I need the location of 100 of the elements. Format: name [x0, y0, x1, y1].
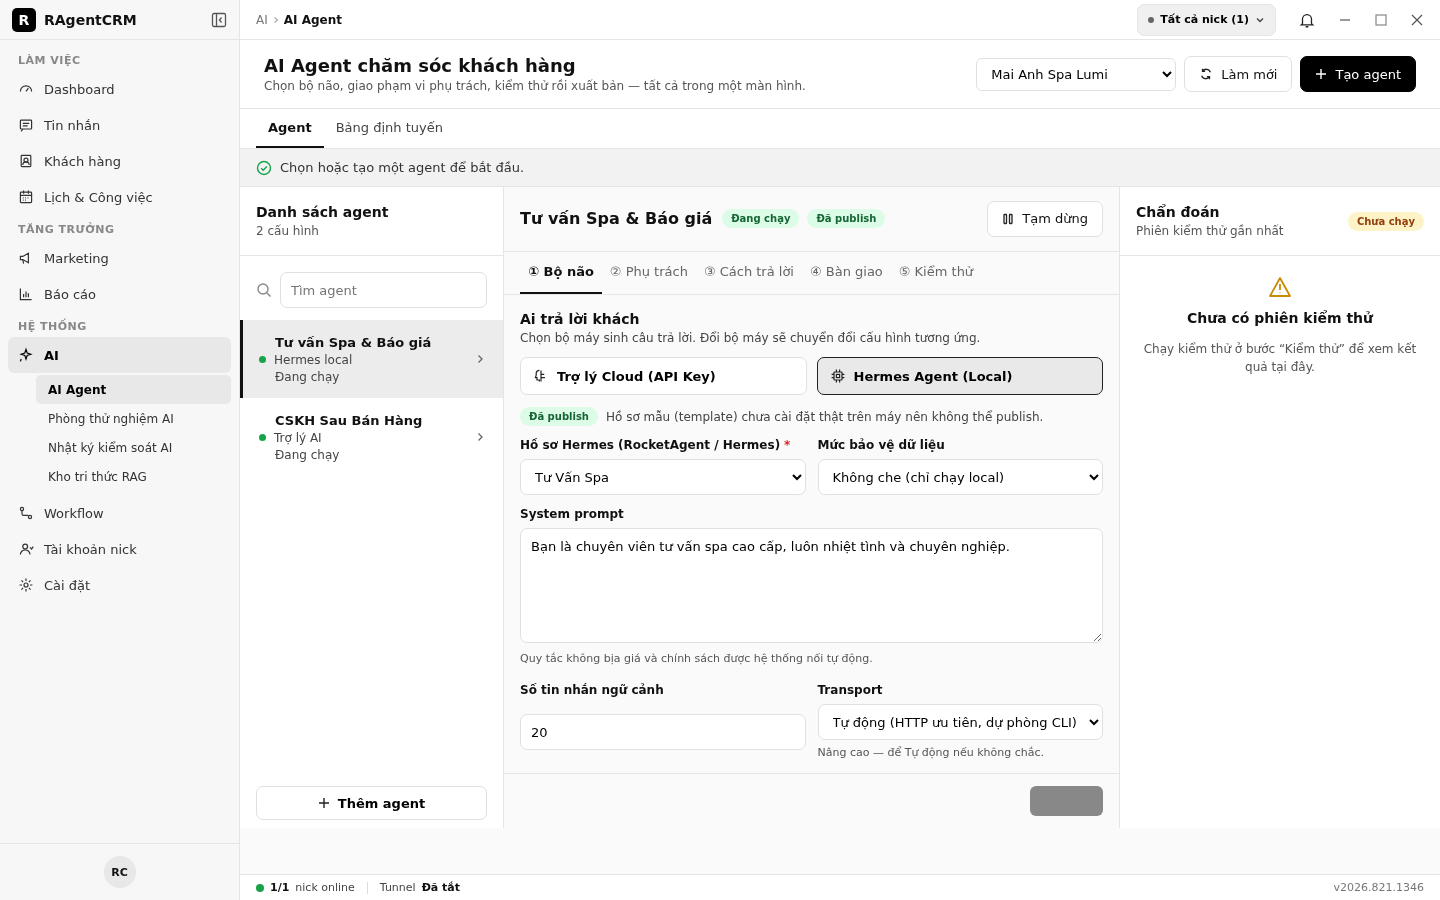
engine-option[interactable]: Trợ lý Cloud (API Key): [520, 357, 807, 395]
workspace-select[interactable]: Mai Anh Spa Lumi: [976, 57, 1177, 91]
nav-subitem[interactable]: AI Agent: [36, 375, 231, 404]
agent-status: Đang chạy: [275, 369, 341, 384]
field-hint: Nâng cao — để Tự động nếu không chắc.: [817, 746, 1046, 759]
agent-list-item[interactable]: Tư vấn Spa & Báo giá Hermes local Đang chạy: [240, 320, 503, 398]
refresh-icon: [1199, 67, 1214, 81]
user-icon: [18, 541, 34, 557]
context-count-field[interactable]: 20: [520, 714, 806, 750]
app-name: RAgentCRM: [44, 11, 138, 28]
nav-section-title: TĂNG TRƯỞNG: [17, 221, 116, 238]
agent-name: Tư vấn Spa & Báo giá: [275, 334, 433, 350]
bar-chart-icon: [18, 286, 34, 302]
breadcrumb-link[interactable]: AI: [256, 12, 268, 27]
pause-button[interactable]: Tạm dừng: [987, 200, 1103, 237]
nav-item[interactable]: Tài khoản nick: [8, 531, 231, 567]
agent-engine: Trợ lý AI: [274, 430, 322, 445]
field-label: System prompt: [520, 507, 625, 521]
nav-item[interactable]: Tin nhắn: [8, 107, 231, 143]
nav-subitem[interactable]: Nhật ký kiểm soát AI: [36, 433, 231, 462]
nav-item[interactable]: Báo cáo: [8, 276, 231, 312]
online-dot: [256, 883, 264, 892]
plus-icon: [317, 797, 330, 809]
step-tab[interactable]: ④ Bàn giao: [802, 251, 891, 294]
nav-subitem[interactable]: Kho tri thức RAG: [36, 462, 231, 491]
nav-section-title: HỆ THỐNG: [17, 317, 88, 335]
profile-select[interactable]: Tư Vấn Spa: [520, 459, 806, 495]
step-tab[interactable]: ⑤ Kiểm thử: [890, 251, 982, 294]
protection-select[interactable]: Không che (chỉ chạy local): [817, 459, 1103, 495]
nav-item[interactable]: Marketing: [8, 240, 231, 276]
field-hint: Quy tắc không bịa giá và chính sách được hệ thống nối tự động.: [520, 652, 874, 665]
chevron-right-icon: [271, 15, 280, 24]
field-label: Số tin nhắn ngữ cảnh: [520, 683, 665, 697]
nav-item[interactable]: Lịch & Công việc: [8, 179, 231, 215]
section-title: Ai trả lời khách: [520, 311, 641, 327]
nav-subitem[interactable]: Phòng thử nghiệm AI: [36, 404, 231, 433]
field-label: Transport: [817, 683, 884, 697]
online-count: 1/1: [270, 881, 290, 894]
nav-section-title: LÀM VIỆC: [17, 53, 82, 69]
chevron-right-icon: [475, 432, 485, 442]
add-agent-button[interactable]: Thêm agent: [256, 786, 487, 820]
search-field[interactable]: Tìm agent: [280, 272, 487, 308]
agent-engine: Hermes local: [274, 352, 353, 367]
workflow-icon: [18, 505, 34, 521]
nav-item[interactable]: Workflow: [8, 495, 231, 531]
plus-icon: [1315, 68, 1328, 80]
nav-item[interactable]: Khách hàng: [8, 143, 231, 179]
transport-select[interactable]: Tự động (HTTP ưu tiên, dự phòng CLI): [817, 704, 1103, 740]
tab[interactable]: Bảng định tuyến: [323, 109, 455, 148]
step-tab[interactable]: ① Bộ não: [520, 251, 602, 294]
settings-icon: [18, 577, 34, 593]
nav-item[interactable]: Dashboard: [8, 71, 231, 107]
step-tab[interactable]: ③ Cách trả lời: [695, 251, 802, 294]
message-icon: [18, 117, 34, 133]
warning-icon: [1268, 276, 1292, 298]
chip-icon: [829, 368, 846, 384]
search-icon: [256, 282, 272, 298]
diagnostics-subtitle: Phiên kiểm thử gần nhất: [1136, 224, 1284, 238]
refresh-button[interactable]: Làm mới: [1184, 56, 1293, 92]
status-badge: Chưa chạy: [1347, 211, 1424, 231]
create-agent-button[interactable]: Tạo agent: [1300, 56, 1416, 92]
empty-state-title: Chưa có phiên kiểm thử: [1186, 310, 1374, 326]
system-prompt-field[interactable]: Bạn là chuyên viên tư vấn spa cao cấp, luôn nhiệt tình và chuyên nghiệp.: [520, 528, 1103, 643]
app-logo: R: [12, 7, 36, 32]
step-tab[interactable]: ② Phụ trách: [601, 251, 696, 294]
agent-name: CSKH Sau Bán Hàng: [275, 412, 424, 428]
status-badge: Đang chạy: [722, 209, 800, 229]
page-subtitle: Chọn bộ não, giao phạm vi phụ trách, kiểm thử rồi xuất bản — tất cả trong một màn hình.: [264, 79, 806, 93]
user-avatar[interactable]: RC: [103, 856, 136, 888]
status-badge: Đã publish: [807, 209, 886, 229]
sparkle-icon: [18, 347, 34, 363]
tunnel-status: Đã tắt: [421, 881, 461, 894]
account-filter-dropdown[interactable]: Tất cả nick (1): [1137, 3, 1276, 36]
tunnel-label: Tunnel: [379, 881, 416, 894]
close-icon[interactable]: [1410, 12, 1424, 27]
agent-count: 2 cấu hình: [256, 224, 320, 238]
notice-text: Chọn hoặc tạo một agent để bắt đầu.: [280, 160, 525, 175]
breadcrumb-current: AI Agent: [283, 12, 342, 27]
section-description: Chọn bộ máy sinh câu trả lời. Đổi bộ máy sẽ chuyển đổi cấu hình tương ứng.: [520, 331, 982, 345]
required-mark: *: [784, 438, 791, 452]
publish-badge: Đã publish: [520, 407, 598, 426]
chevron-right-icon: [475, 354, 485, 364]
field-label: Hồ sơ Hermes (RocketAgent / Hermes): [520, 438, 781, 452]
sidebar-collapse-icon[interactable]: [211, 11, 227, 28]
pause-icon: [1002, 212, 1015, 225]
online-label: nick online: [295, 881, 355, 894]
field-label: Mức bảo vệ dữ liệu: [817, 438, 946, 452]
empty-state-text: Chạy kiểm thử ở bước “Kiểm thử” để xem kết quả tại đây.: [1142, 341, 1418, 376]
agent-status: Đang chạy: [275, 447, 341, 462]
agent-list-title: Danh sách agent: [256, 204, 390, 220]
engine-option[interactable]: Hermes Agent (Local): [816, 357, 1103, 395]
agent-title: Tư vấn Spa & Báo giá: [520, 209, 713, 229]
calendar-icon: [18, 189, 34, 205]
diagnostics-title: Chẩn đoán: [1136, 204, 1221, 220]
nav-item[interactable]: AI: [8, 337, 231, 373]
contact-card-icon: [18, 153, 34, 169]
page-title: AI Agent chăm sóc khách hàng: [264, 55, 577, 76]
agent-list-item[interactable]: CSKH Sau Bán Hàng Trợ lý AI Đang chạy: [240, 398, 503, 476]
nav-item[interactable]: Cài đặt: [8, 567, 231, 603]
publish-note: Hồ sơ mẫu (template) chưa cài đặt thật trên máy nên không thể publish.: [606, 409, 1044, 424]
